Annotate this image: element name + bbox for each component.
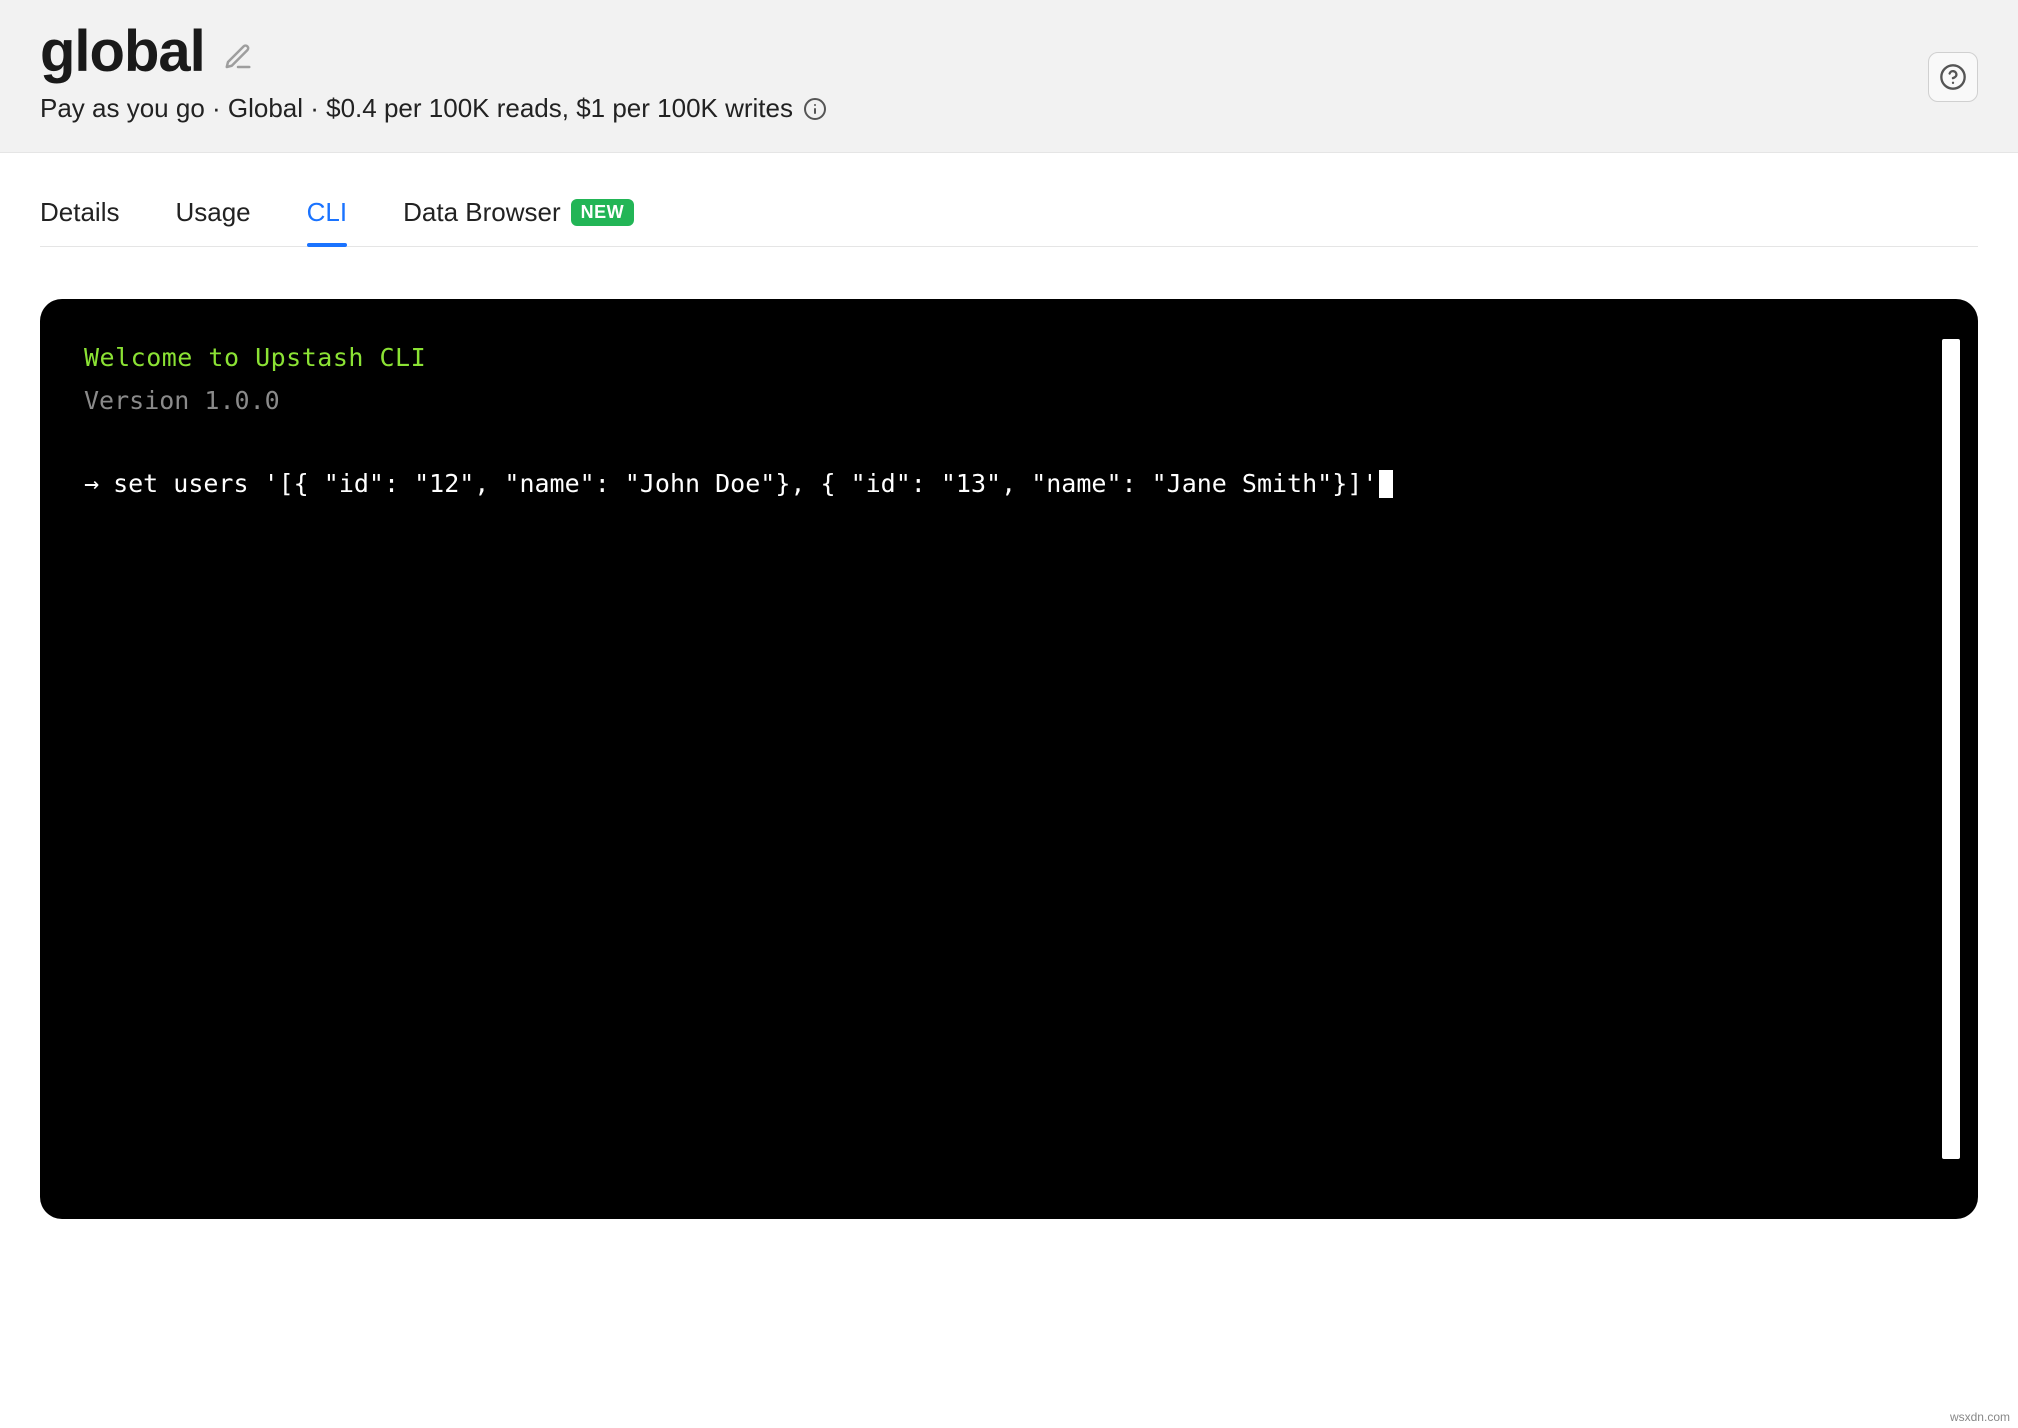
tab-label: Usage xyxy=(175,197,250,228)
info-icon[interactable] xyxy=(803,97,827,121)
tab-cli[interactable]: CLI xyxy=(307,197,347,246)
tabs: Details Usage CLI Data Browser NEW xyxy=(40,153,1978,247)
terminal-input-line[interactable]: → set users '[{ "id": "12", "name": "Joh… xyxy=(84,465,1934,504)
terminal-version: Version 1.0.0 xyxy=(84,382,1934,421)
watermark: wsxdn.com xyxy=(1950,1410,2010,1424)
help-button[interactable] xyxy=(1928,52,1978,102)
cli-terminal[interactable]: Welcome to Upstash CLI Version 1.0.0 → s… xyxy=(40,299,1978,1219)
subtitle-text: Pay as you go · Global · $0.4 per 100K r… xyxy=(40,93,793,124)
edit-icon[interactable] xyxy=(223,32,253,72)
terminal-scrollbar[interactable] xyxy=(1942,339,1960,1159)
tab-label: CLI xyxy=(307,197,347,228)
tab-details[interactable]: Details xyxy=(40,197,119,246)
tab-data-browser[interactable]: Data Browser NEW xyxy=(403,197,634,246)
page-header: global Pay as you go · Global · $0.4 per… xyxy=(0,0,2018,153)
tab-label: Data Browser xyxy=(403,197,561,228)
content-area: Details Usage CLI Data Browser NEW Welco… xyxy=(0,153,2018,1259)
terminal-welcome: Welcome to Upstash CLI xyxy=(84,339,1934,378)
subtitle-row: Pay as you go · Global · $0.4 per 100K r… xyxy=(40,93,1978,124)
tab-label: Details xyxy=(40,197,119,228)
page-title: global xyxy=(40,18,205,85)
terminal-prompt: → xyxy=(84,465,99,504)
terminal-command: set users '[{ "id": "12", "name": "John … xyxy=(113,465,1377,504)
terminal-cursor xyxy=(1379,470,1393,498)
title-row: global xyxy=(40,18,1978,85)
tab-usage[interactable]: Usage xyxy=(175,197,250,246)
new-badge: NEW xyxy=(571,199,635,226)
